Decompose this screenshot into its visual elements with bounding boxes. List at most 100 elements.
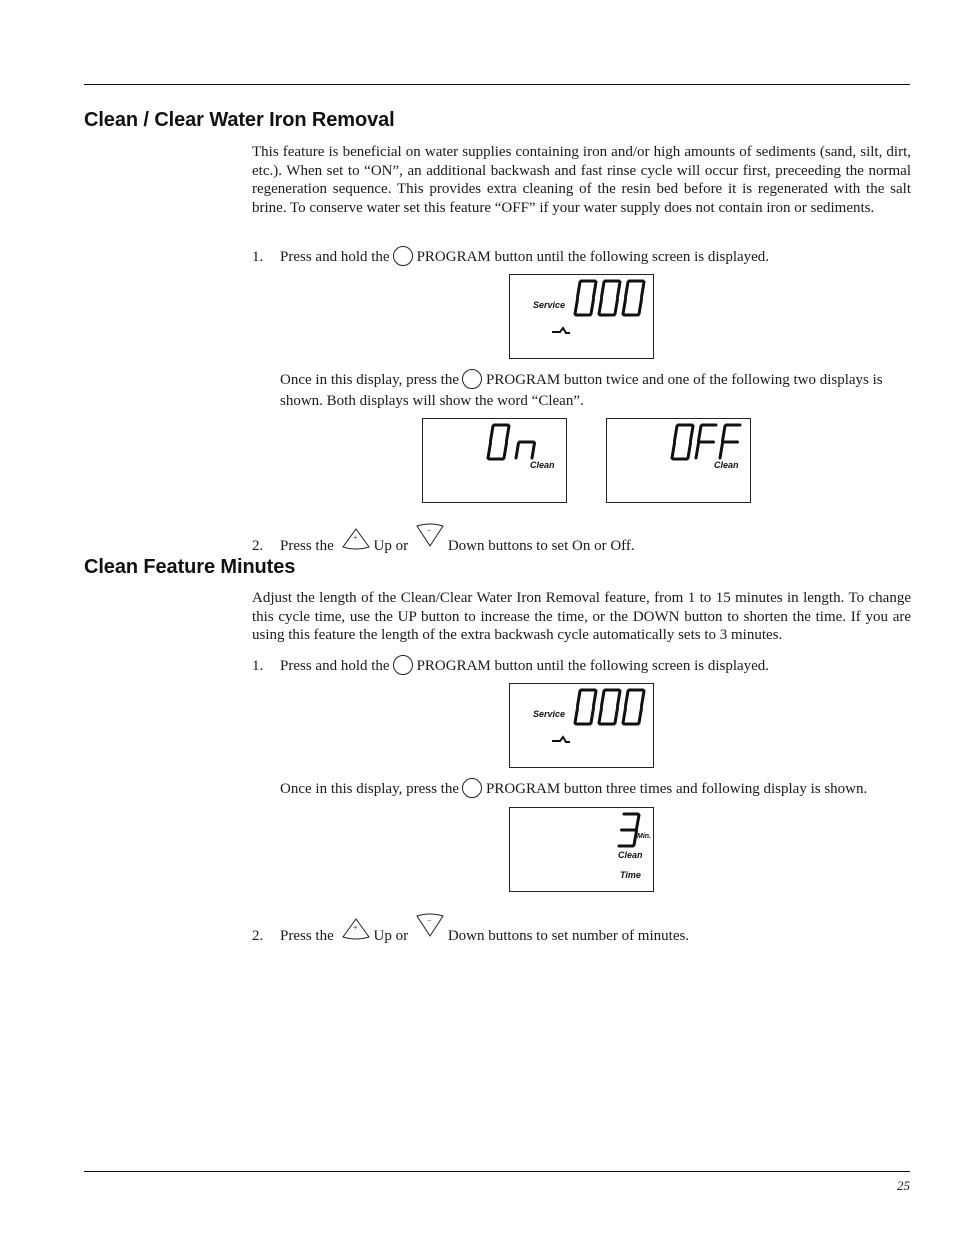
lcd-segment-e — [597, 706, 603, 725]
step-text: Press and hold the — [280, 658, 390, 674]
lcd-segment-e — [573, 297, 579, 316]
valve-symbol-icon — [552, 326, 570, 334]
lcd-segment-e — [621, 706, 627, 725]
svg-text:−: − — [427, 526, 432, 535]
lcd-segment-c — [613, 706, 619, 725]
lcd-segment-b — [640, 689, 646, 708]
step-text: Press the — [280, 928, 334, 944]
lcd-svg: Min. Clean Time — [617, 812, 651, 880]
lcd-segment-f — [576, 280, 582, 299]
lcd-label-clean: Clean — [618, 850, 643, 860]
step-text: Down buttons to set On or Off. — [447, 538, 635, 554]
step-text: Up or — [373, 538, 409, 554]
step-1: 1. Press and hold the PROGRAM button until… — [252, 246, 769, 267]
lcd-segment-c — [589, 706, 595, 725]
lcd-segment-f — [721, 424, 727, 443]
lcd-digits — [573, 279, 646, 317]
lcd-svg: Clean — [670, 423, 742, 470]
lcd-segment-c — [589, 297, 595, 316]
lcd-label-time: Time — [620, 870, 641, 880]
lcd-display-service: Service — [509, 683, 654, 768]
svg-text:+: + — [353, 533, 358, 542]
program-button-icon — [462, 369, 482, 389]
step-text: Up or — [373, 928, 409, 944]
step-2: 2. Press the + Up or − Down buttons to set … — [252, 522, 635, 556]
lcd-svg: Service — [533, 279, 646, 334]
lcd-segment-f — [624, 280, 630, 299]
lcd-unit: Min. — [637, 833, 651, 840]
step-number: 1. — [252, 249, 264, 265]
lcd-display-minutes: Min. Clean Time — [509, 807, 654, 892]
section-intro: Adjust the length of the Clean/Clear Wat… — [252, 590, 911, 644]
svg-text:−: − — [427, 916, 432, 925]
svg-text:+: + — [353, 923, 358, 932]
lcd-segment-c — [637, 297, 643, 316]
lcd-segment-e — [597, 297, 603, 316]
lcd-label-clean: Clean — [714, 460, 739, 470]
down-button-icon: − — [416, 913, 444, 937]
page-number: 25 — [897, 1178, 910, 1193]
lcd-segment-f — [489, 424, 495, 443]
lcd-segment-f — [600, 689, 606, 708]
instruction-before: Once in this display, press the — [280, 781, 459, 797]
instruction-after: PROGRAM button three times and following… — [486, 781, 868, 797]
lcd-digits — [573, 688, 646, 726]
step-number: 2. — [252, 928, 264, 944]
lcd-value — [617, 812, 641, 848]
header-rule — [84, 84, 910, 85]
lcd-segment-b — [505, 424, 511, 443]
down-button-icon: − — [416, 523, 444, 547]
step-text: Down buttons to set number of minutes. — [447, 928, 690, 944]
program-button-icon — [462, 778, 482, 798]
up-button-icon: + — [341, 918, 370, 940]
lcd-segment-e — [514, 441, 520, 460]
instruction-before: Once in this display, press the — [280, 372, 459, 388]
lcd-segment-f — [624, 689, 630, 708]
lcd-segment-e — [486, 441, 492, 460]
lcd-segment-f — [697, 424, 703, 443]
lcd-segment-e — [573, 706, 579, 725]
lcd-segment-b — [689, 424, 695, 443]
program-button-icon — [392, 246, 413, 266]
lcd-label-clean: Clean — [530, 460, 555, 470]
section-title-clean-feature-minutes: Clean Feature Minutes — [84, 556, 296, 578]
program-button-icon — [392, 655, 413, 675]
lcd-segment-c — [637, 706, 643, 725]
lcd-display-off: Clean — [606, 418, 751, 503]
lcd-segment-e — [694, 441, 700, 460]
step-text: PROGRAM button until the following scree… — [416, 249, 770, 265]
lcd-segment-c — [613, 297, 619, 316]
instruction-text: Once in this display, press the PROGRAM b… — [280, 778, 912, 800]
lcd-segment-b — [616, 280, 622, 299]
lcd-segment-c — [530, 441, 536, 460]
step-number: 1. — [252, 658, 264, 674]
step-text: PROGRAM button until the following scree… — [416, 658, 770, 674]
lcd-segment-b — [616, 689, 622, 708]
lcd-segment-e — [621, 297, 627, 316]
step-2: 2. Press the + Up or − Down buttons to set … — [252, 912, 689, 946]
section-intro: This feature is beneficial on water supp… — [252, 144, 911, 216]
lcd-segment-f — [576, 689, 582, 708]
up-button-icon: + — [341, 528, 370, 550]
lcd-display-on: Clean — [422, 418, 567, 503]
instruction-text: Once in this display, press the PROGRAM b… — [280, 369, 912, 412]
valve-symbol-icon — [552, 735, 570, 743]
lcd-value — [670, 423, 742, 461]
step-text: Press the — [280, 538, 334, 554]
lcd-segment-c — [502, 441, 508, 460]
lcd-segment-e — [670, 441, 676, 460]
section-title-clean-iron-removal: Clean / Clear Water Iron Removal — [84, 109, 395, 131]
lcd-label-service: Service — [533, 709, 565, 719]
lcd-value — [486, 423, 536, 461]
lcd-svg: Clean — [486, 423, 555, 470]
lcd-segment-b — [592, 689, 598, 708]
lcd-segment-f — [600, 280, 606, 299]
step-number: 2. — [252, 538, 264, 554]
lcd-segment-b — [635, 813, 641, 831]
lcd-segment-c — [686, 441, 692, 460]
footer-rule — [84, 1171, 910, 1172]
lcd-display-service: Service — [509, 274, 654, 359]
lcd-label-service: Service — [533, 300, 565, 310]
lcd-segment-b — [640, 280, 646, 299]
lcd-svg: Service — [533, 688, 646, 743]
